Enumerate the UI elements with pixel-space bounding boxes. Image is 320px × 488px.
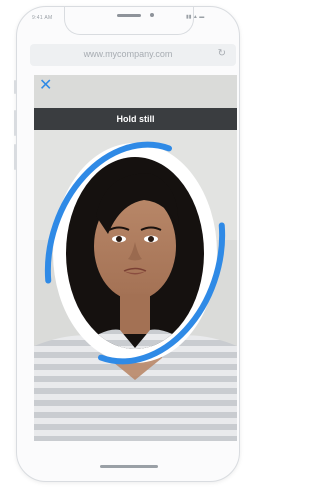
front-camera (150, 13, 154, 17)
phone-side-button (14, 144, 16, 170)
refresh-icon[interactable]: ↻ (218, 48, 226, 59)
close-icon[interactable]: ✕ (39, 78, 52, 94)
url-text[interactable]: www.mycompany.com (30, 49, 226, 59)
browser-url-bar[interactable]: www.mycompany.com ↻ (30, 44, 236, 66)
home-indicator[interactable] (100, 465, 158, 468)
face-capture-photo (34, 130, 237, 441)
speaker-grille (117, 14, 141, 17)
phone-side-button (14, 80, 16, 94)
phone-notch (64, 7, 194, 35)
status-icons: ▮▮ ▲ ▬ (186, 14, 205, 20)
phone-side-button (14, 110, 16, 136)
instruction-banner: Hold still (34, 108, 237, 130)
face-capture-screen: ✕ Hold still (34, 75, 237, 441)
status-time: 9:41 AM (32, 15, 53, 21)
